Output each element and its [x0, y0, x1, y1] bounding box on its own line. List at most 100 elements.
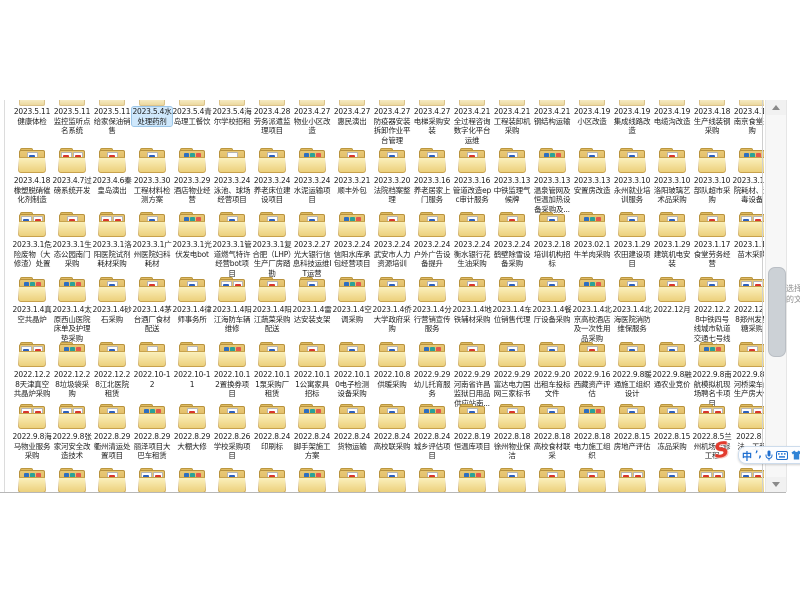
- scrollbar-up-button[interactable]: [766, 100, 786, 115]
- ime-strip[interactable]: 中 ’,: [738, 446, 800, 464]
- folder-item[interactable]: 2022.8.24货物运输: [332, 404, 372, 451]
- folder-item[interactable]: 2022.10.10电子检测设备采购: [332, 342, 372, 399]
- scrollbar-thumb[interactable]: [768, 267, 786, 357]
- folder-item[interactable]: 2023.2.27光大银行信息科技运维IT运营: [292, 212, 332, 278]
- folder-item[interactable]: 2023.1.4侨大学政府采购: [372, 277, 412, 334]
- folder-item[interactable]: 2023.4.19小区改造: [572, 100, 612, 126]
- folder-item[interactable]: 2023.1.4阳江海防车辆维修: [212, 277, 252, 334]
- folder-item[interactable]: 2022.9.8海马物业服务采购: [12, 404, 52, 461]
- folder-item[interactable]: 2023.2.24衡水银行花生油采购: [452, 212, 492, 269]
- folder-item[interactable]: [412, 468, 452, 493]
- folder-item[interactable]: 2023.02.1牛羊肉采购: [572, 212, 612, 259]
- ime-punctuation-icon[interactable]: ’,: [755, 450, 762, 460]
- folder-item[interactable]: [612, 468, 652, 493]
- folder-item[interactable]: 2023.1.4车位销售代理: [492, 277, 532, 324]
- folder-item[interactable]: 2022.10-12: [132, 342, 172, 389]
- folder-item[interactable]: 2023.3.1危险废物（大修渣）处置: [12, 212, 52, 269]
- folder-item[interactable]: 2023.3.13温泉管网及恒温加热设备采购及...: [532, 148, 572, 214]
- folder-item[interactable]: 2023.4.18橡塑脱硝催化剂制造: [12, 148, 52, 205]
- folder-item[interactable]: 2023.4.21钢结构运输: [532, 100, 572, 126]
- folder-item[interactable]: 2023.3.1洛阳医院试剂耗材采购: [92, 212, 132, 269]
- folder-item[interactable]: 2023.3.16养老居家上门服务: [412, 148, 452, 205]
- folder-item[interactable]: 2023.1.4阳江蔬菜采购配送: [252, 277, 292, 334]
- folder-item[interactable]: 2022.8.18高校食材联采: [532, 404, 572, 461]
- folder-item[interactable]: 2022.9.8融通农业竞价: [652, 342, 692, 389]
- folder-item[interactable]: 2023.2.18培训机构招标: [532, 212, 572, 269]
- folder-item[interactable]: 2022.10.11公寓家具招标: [292, 342, 332, 399]
- folder-item[interactable]: [132, 468, 172, 493]
- folder-item[interactable]: [652, 468, 692, 493]
- folder-item[interactable]: 2023.4.7过磅系统开发: [52, 148, 92, 195]
- folder-item[interactable]: [292, 468, 332, 493]
- folder-item[interactable]: 2023.4.18南京食堂采购: [732, 100, 764, 136]
- folder-item[interactable]: 2023.3.13安置房改造: [572, 148, 612, 195]
- folder-item[interactable]: 2022.8.24高校联采购: [372, 404, 412, 451]
- folder-item[interactable]: 2023.1.4空调采购: [332, 277, 372, 324]
- folder-item[interactable]: 2023.1.4砂石采购: [92, 277, 132, 324]
- folder-item[interactable]: 2023.1.4雷达安装支架: [292, 277, 332, 324]
- folder-item[interactable]: 2023.1.4分行营销宣传服务: [412, 277, 452, 334]
- folder-item[interactable]: 2023.5.11给家保油销售: [92, 100, 132, 136]
- sogou-logo-icon[interactable]: S: [712, 437, 730, 463]
- folder-item[interactable]: 2023.3.1生态公园南门采购: [52, 212, 92, 269]
- folder-item[interactable]: 2022.12.28郑州发酵糖采购: [732, 277, 764, 334]
- folder-item[interactable]: 2023.4.18生产线装钢采购: [692, 100, 732, 136]
- folder-item[interactable]: 2022.8.15房地产评估: [612, 404, 652, 451]
- folder-item[interactable]: 2022.8.18徐州物业保洁: [492, 404, 532, 461]
- folder-item[interactable]: 2023.4.21工程装卸机采购: [492, 100, 532, 136]
- folder-item[interactable]: 2022.10.11泵采购厂租赁: [252, 342, 292, 399]
- folder-item[interactable]: 2023.1.4茅台酒厂食材配送: [132, 277, 172, 334]
- folder-item[interactable]: 2023.3.1管道燃气特许经营bot项目: [212, 212, 252, 278]
- folder-item[interactable]: 2023.3.10部队超市采购: [692, 148, 732, 205]
- folder-item[interactable]: 2023.5.4水处理药剂: [132, 100, 172, 126]
- folder-item[interactable]: 2023.4.19电缆沟改造: [652, 100, 692, 126]
- folder-item[interactable]: 2023.4.28劳务派遣监理项目: [252, 100, 292, 136]
- folder-item[interactable]: 2023.2.24武安市人力资源培训: [372, 212, 412, 269]
- folder-item[interactable]: 2022.9.8张家河安全改造技术: [52, 404, 92, 461]
- ime-toolbar[interactable]: S 中 ’,: [712, 438, 800, 464]
- folder-item[interactable]: 2023.3.24水泥运输项目: [292, 148, 332, 205]
- folder-item[interactable]: [732, 468, 764, 493]
- folder-item[interactable]: 2023.3.30工程材料检测方案: [132, 148, 172, 205]
- folder-item[interactable]: [452, 468, 492, 493]
- folder-item[interactable]: 2023.4.27惠民演出: [332, 100, 372, 126]
- folder-item[interactable]: 2022.9.29河南省许昌监狱日用品供应站南...: [452, 342, 492, 408]
- folder-item[interactable]: 2023.3.29酒店物业经营: [172, 148, 212, 205]
- folder-item[interactable]: 2022.10.8供暖采购: [372, 342, 412, 389]
- folder-item[interactable]: 2022.8.29丽泽项目大巴车租赁: [132, 404, 172, 461]
- folder-item[interactable]: [212, 468, 252, 493]
- folder-item[interactable]: 2023.3.1医院耗材、消毒设备: [732, 148, 764, 205]
- folder-item[interactable]: [52, 468, 92, 493]
- ime-chinese-mode-icon[interactable]: 中: [742, 448, 752, 463]
- folder-item[interactable]: 2023.3.20法院档案整理: [372, 148, 412, 205]
- folder-item[interactable]: 2022.9.8南航模拟机现场聘名卡项目: [692, 342, 732, 408]
- folder-item[interactable]: 2022.12.28天津真空共晶炉采购: [12, 342, 52, 399]
- folder-item[interactable]: 2023.3.13中铁监理气候牌: [492, 148, 532, 205]
- folder-item[interactable]: 2022.9.20出租车投标文件: [532, 342, 572, 399]
- folder-item[interactable]: 2022.8.19恒温库项目: [452, 404, 492, 451]
- folder-item[interactable]: 2023.1.29建筑机电安装: [652, 212, 692, 269]
- folder-item[interactable]: [92, 468, 132, 493]
- folder-item[interactable]: 2023.3.21顺丰外包: [332, 148, 372, 195]
- folder-item[interactable]: 2022.12.28江北医院租赁: [92, 342, 132, 399]
- ime-microphone-icon[interactable]: [765, 450, 773, 461]
- folder-item[interactable]: 2023.4.27物业小区改造: [292, 100, 332, 136]
- folder-item[interactable]: 2022.8.15冻品采购: [652, 404, 692, 451]
- folder-item[interactable]: 2022.9.8黄河桥梁车间生产房大修: [732, 342, 764, 399]
- folder-item[interactable]: [252, 468, 292, 493]
- folder-item[interactable]: 2022.12月: [652, 277, 692, 315]
- folder-item[interactable]: 2022.8.24脚手架施工方案: [292, 404, 332, 461]
- folder-item[interactable]: 2022.8.29大棚大修: [172, 404, 212, 451]
- folder-item[interactable]: 2023.1.4餐厅设备采购: [532, 277, 572, 324]
- ime-keyboard-icon[interactable]: [776, 451, 788, 460]
- folder-item[interactable]: [572, 468, 612, 493]
- folder-item[interactable]: 2023.3.1广州医院妇科耗材: [132, 212, 172, 269]
- folder-item[interactable]: 2023.1.17食堂劳务经营: [692, 212, 732, 269]
- folder-item[interactable]: 2023.1.10苗木采购: [732, 212, 764, 259]
- folder-item[interactable]: 2023.1.4北京高校酒店及一次性用品采购: [572, 277, 612, 343]
- folder-item[interactable]: 2023.3.24养老床位建设项目: [252, 148, 292, 205]
- folder-item[interactable]: 2023.1.29农田建设项目: [612, 212, 652, 269]
- folder-item[interactable]: 2023.3.16管道改造epc审计服务: [452, 148, 492, 205]
- folder-item[interactable]: 2023.3.10洛阳玻璃艺术品采购: [652, 148, 692, 205]
- folder-item[interactable]: 2023.4.21全过程咨询数字化平台运维: [452, 100, 492, 145]
